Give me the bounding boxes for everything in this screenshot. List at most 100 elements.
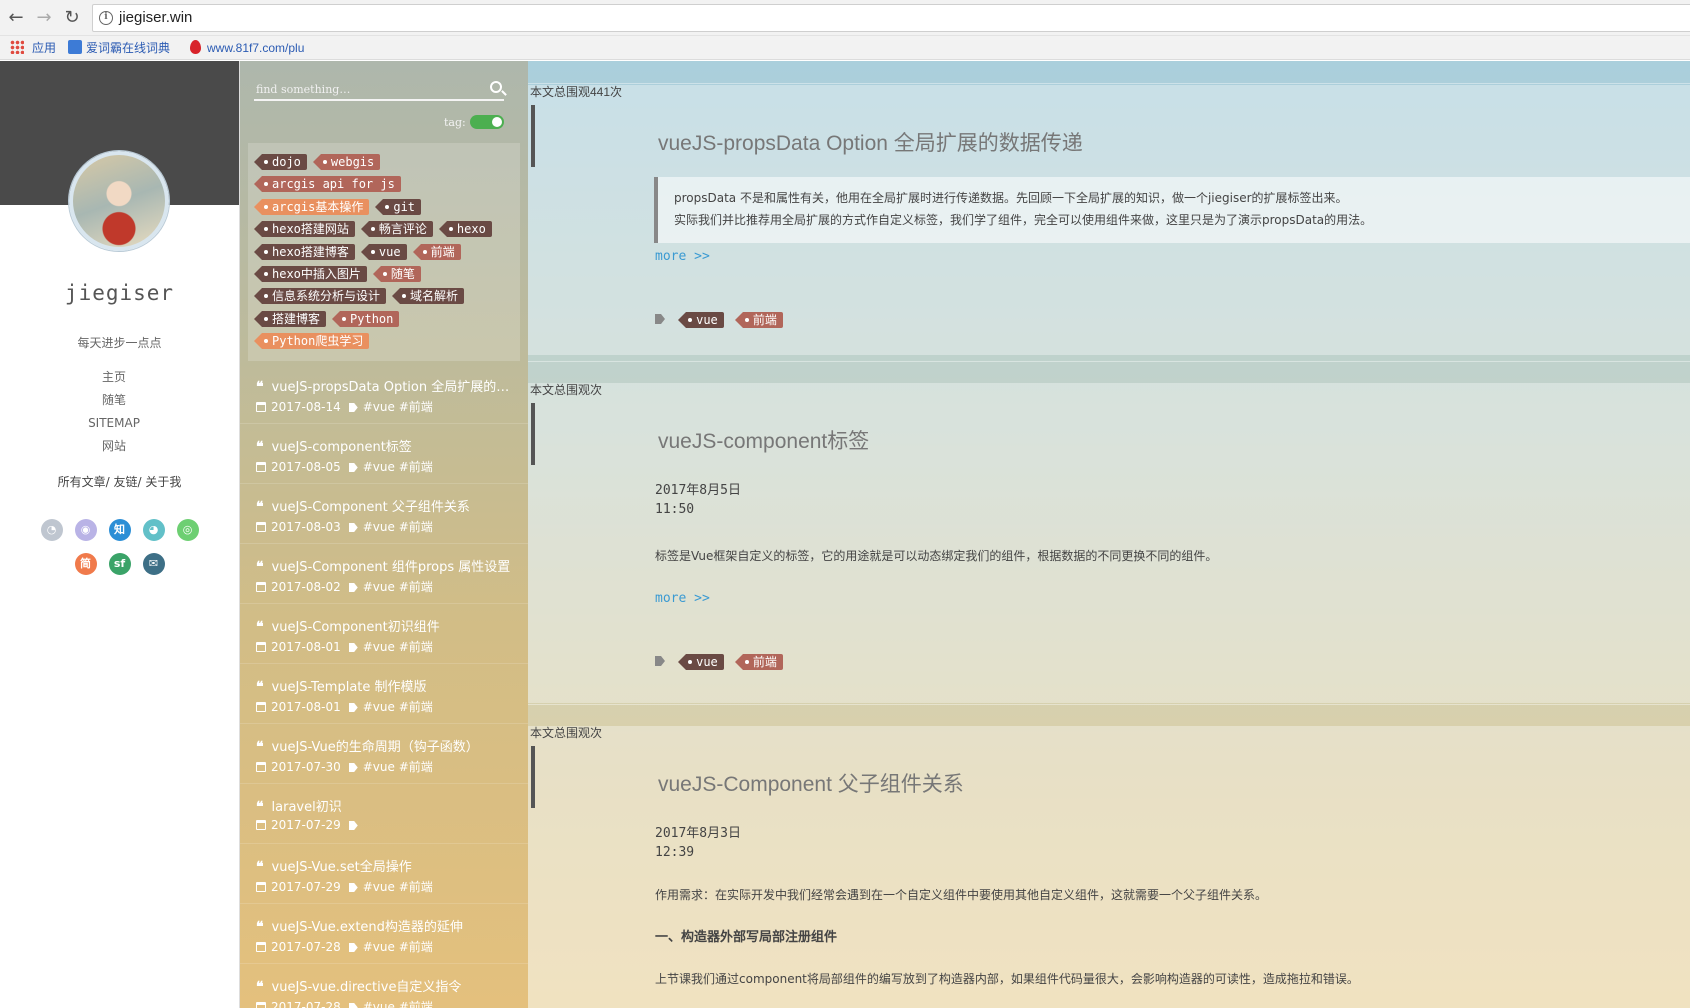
post-date: 2017-07-30 bbox=[271, 760, 341, 774]
quote-icon: ❝ bbox=[256, 979, 264, 995]
post-title: vueJS-Vue.extend构造器的延伸 bbox=[271, 920, 463, 935]
url-text[interactable]: jiegiser.win bbox=[119, 9, 192, 26]
search-input[interactable] bbox=[254, 79, 484, 99]
list-item[interactable]: ❝ vueJS-Vue的生命周期（钩子函数） 2017-07-30 #vue #前端 bbox=[240, 724, 528, 784]
bookmark-iciba[interactable]: 爱词霸在线词典 bbox=[68, 39, 170, 57]
reload-icon[interactable]: ↻ bbox=[62, 8, 82, 28]
calendar-icon bbox=[256, 522, 266, 532]
quote-icon: ❝ bbox=[256, 739, 264, 755]
forward-arrow-icon[interactable]: → bbox=[34, 8, 54, 28]
github-icon[interactable]: ◔ bbox=[40, 519, 63, 541]
post-tags[interactable]: #vue #前端 bbox=[363, 580, 433, 594]
read-more-link[interactable]: more >> bbox=[655, 249, 710, 264]
link-about[interactable]: 关于我 bbox=[145, 475, 181, 489]
link-all-posts[interactable]: 所有文章 bbox=[58, 475, 106, 489]
tag-cloud-item[interactable]: hexo搭建博客 bbox=[254, 243, 355, 260]
post-title: vueJS-vue.directive自定义指令 bbox=[271, 980, 462, 995]
bookmarks-bar: 应用 爱词霸在线词典 www.81f7.com/plu bbox=[0, 36, 1690, 60]
post-date: 2017-08-14 bbox=[271, 400, 341, 414]
tag-cloud-item[interactable]: Python爬虫学习 bbox=[253, 333, 370, 350]
tag-row: hexo中插入图片 随笔 bbox=[254, 263, 514, 285]
post-tags[interactable]: #vue #前端 bbox=[363, 640, 433, 654]
link-friends[interactable]: 友链 bbox=[113, 475, 137, 489]
weibo-icon[interactable]: ◉ bbox=[74, 519, 97, 541]
back-arrow-icon[interactable]: ← bbox=[6, 8, 26, 28]
tag-cloud-item[interactable]: 随笔 bbox=[372, 265, 421, 282]
list-item[interactable]: ❝ vueJS-Template 制作模版 2017-08-01 #vue #前端 bbox=[240, 664, 528, 724]
address-bar[interactable]: i jiegiser.win bbox=[92, 4, 1690, 32]
article-date: 2017年8月3日 bbox=[655, 826, 741, 841]
divider bbox=[528, 704, 1690, 705]
post-tags[interactable]: #vue #前端 bbox=[363, 700, 433, 714]
post-tags[interactable]: #vue #前端 bbox=[363, 880, 433, 894]
tag-icon bbox=[348, 703, 358, 712]
tag-cloud-item[interactable]: hexo搭建网站 bbox=[254, 221, 355, 238]
article-title[interactable]: vueJS-Component 父子组件关系 bbox=[658, 768, 964, 798]
list-item[interactable]: ❝ vueJS-vue.directive自定义指令 2017-07-28 #vue … bbox=[240, 964, 528, 1008]
wechat-icon[interactable]: ◎ bbox=[176, 519, 199, 541]
list-item[interactable]: ❝ vueJS-propsData Option 全局扩展的数据传递 2017-08… bbox=[240, 364, 528, 424]
post-tags[interactable]: #vue #前端 bbox=[363, 940, 433, 954]
qq-icon[interactable]: ◕ bbox=[142, 519, 165, 541]
tag-cloud-item[interactable]: webgis bbox=[312, 154, 381, 170]
main-nav: 主页 随笔 SITEMAP 网站 bbox=[0, 366, 228, 458]
post-title-row: ❝ vueJS-Template 制作模版 bbox=[256, 676, 518, 696]
post-tags[interactable]: #vue #前端 bbox=[363, 760, 433, 774]
post-date: 2017-07-28 bbox=[271, 940, 341, 954]
apps-grid-icon[interactable] bbox=[10, 40, 24, 54]
site-name[interactable]: jiegiser bbox=[0, 281, 239, 305]
mail-icon[interactable]: ✉ bbox=[142, 553, 165, 575]
tag-cloud-item[interactable]: 畅言评论 bbox=[360, 221, 433, 238]
list-item[interactable]: ❝ laravel初识 2017-07-29 bbox=[240, 784, 528, 844]
nav-sitemap[interactable]: SITEMAP bbox=[0, 412, 228, 435]
zhihu-icon[interactable]: 知 bbox=[108, 519, 131, 541]
info-icon[interactable]: i bbox=[99, 11, 113, 25]
post-tags[interactable]: #vue #前端 bbox=[363, 400, 433, 414]
tag-cloud-item[interactable]: git bbox=[375, 198, 422, 215]
post-tags[interactable]: #vue #前端 bbox=[363, 520, 433, 534]
list-item[interactable]: ❝ vueJS-Vue.set全局操作 2017-07-29 #vue #前端 bbox=[240, 844, 528, 904]
article-title[interactable]: vueJS-component标签 bbox=[658, 425, 869, 455]
list-item[interactable]: ❝ vueJS-component标签 2017-08-05 #vue #前端 bbox=[240, 424, 528, 484]
tag-cloud-item[interactable]: arcgis基本操作 bbox=[253, 198, 370, 215]
list-item[interactable]: ❝ vueJS-Component 组件props 属性设置 2017-08-02 #… bbox=[240, 544, 528, 604]
avatar[interactable] bbox=[69, 151, 169, 251]
article-accent-bar bbox=[531, 746, 535, 808]
tag-cloud-item[interactable]: 域名解析 bbox=[392, 288, 465, 305]
bookmark-81f7[interactable]: www.81f7.com/plu bbox=[190, 39, 304, 57]
segmentfault-icon[interactable]: sf bbox=[108, 553, 131, 575]
tag-cloud-item[interactable]: hexo bbox=[438, 221, 492, 238]
article-tag[interactable]: vue bbox=[678, 312, 724, 328]
quote-icon: ❝ bbox=[256, 439, 264, 455]
list-item[interactable]: ❝ vueJS-Component初识组件 2017-08-01 #vue #前端 bbox=[240, 604, 528, 664]
search-icon[interactable] bbox=[490, 81, 502, 93]
article-tag[interactable]: 前端 bbox=[734, 654, 783, 670]
article-time: 11:50 bbox=[655, 502, 695, 517]
bookmark-apps[interactable]: 应用 bbox=[32, 39, 56, 57]
post-tags[interactable]: #vue #前端 bbox=[363, 1000, 433, 1008]
tag-row: hexo搭建网站 畅言评论 hexo bbox=[254, 218, 514, 240]
tag-cloud-item[interactable]: dojo bbox=[254, 154, 307, 170]
tag-cloud-item[interactable]: hexo中插入图片 bbox=[254, 265, 367, 282]
list-item[interactable]: ❝ vueJS-Component 父子组件关系 2017-08-03 #vue #前… bbox=[240, 484, 528, 544]
tag-toggle-switch[interactable] bbox=[470, 115, 504, 129]
article-tag[interactable]: 前端 bbox=[734, 312, 783, 328]
tag-cloud-item[interactable]: 信息系统分析与设计 bbox=[253, 288, 387, 305]
tag-icon bbox=[348, 1003, 358, 1008]
browser-toolbar: ← → ↻ i jiegiser.win bbox=[0, 0, 1690, 36]
jianshu-icon[interactable]: 简 bbox=[74, 553, 97, 575]
nav-essays[interactable]: 随笔 bbox=[0, 389, 228, 412]
post-tags[interactable]: #vue #前端 bbox=[363, 460, 433, 474]
tag-cloud-item[interactable]: 前端 bbox=[412, 243, 461, 260]
list-item[interactable]: ❝ vueJS-Vue.extend构造器的延伸 2017-07-28 #vue #前… bbox=[240, 904, 528, 964]
tag-cloud-item[interactable]: arcgis api for js bbox=[254, 176, 401, 193]
tag-cloud-item[interactable]: Python bbox=[331, 310, 400, 327]
tag-cloud-item[interactable]: 搭建博客 bbox=[253, 310, 327, 327]
excerpt-line: propsData 不是和属性有关，他用在全局扩展时进行传递数据。先回顾一下全局… bbox=[674, 191, 1348, 205]
tag-cloud-item[interactable]: vue bbox=[360, 243, 407, 260]
article-tag[interactable]: vue bbox=[678, 654, 724, 670]
nav-home[interactable]: 主页 bbox=[0, 366, 228, 389]
nav-websites[interactable]: 网站 bbox=[0, 435, 228, 458]
article-title[interactable]: vueJS-propsData Option 全局扩展的数据传递 bbox=[658, 127, 1083, 157]
read-more-link[interactable]: more >> bbox=[655, 591, 710, 606]
